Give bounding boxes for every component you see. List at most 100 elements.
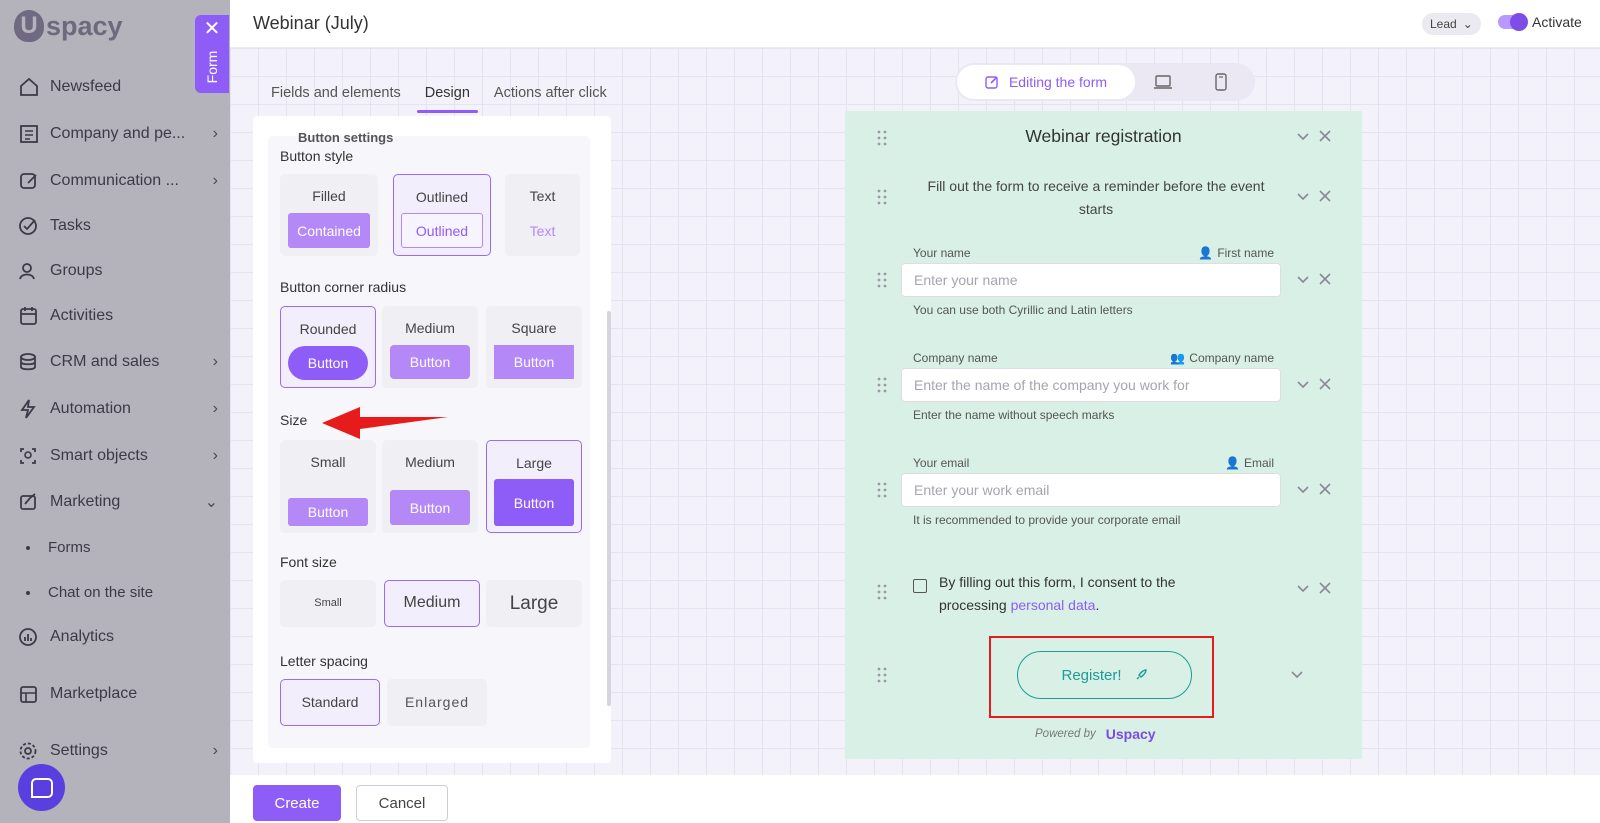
top-header: Webinar (July) Lead ⌄ Activate [230,0,1600,48]
rocket-icon [1136,669,1147,680]
app-logo[interactable]: U spacy [14,10,123,42]
chevron-down-icon[interactable] [1296,377,1310,391]
sidebar-subitem-chat[interactable]: Chat on the site [26,584,153,601]
entity-type-select[interactable]: Lead ⌄ [1422,13,1481,35]
radius-option-square[interactable]: Square Button [486,306,582,388]
style-option-filled[interactable]: Filled Contained [280,174,378,256]
personal-data-link[interactable]: personal data [1011,597,1096,613]
chevron-down-icon[interactable] [1296,581,1310,595]
letter-spacing-label: Letter spacing [280,653,368,669]
consent-text: By filling out this form, I consent to t… [939,574,1176,613]
house-icon [18,77,40,97]
tab-design[interactable]: Design [416,80,479,113]
name-field[interactable] [901,263,1281,297]
chat-icon [30,777,53,798]
edit-form-mode-button[interactable]: Editing the form [957,65,1135,99]
drag-handle-icon[interactable] [877,584,887,600]
chevron-down-icon[interactable] [1296,129,1310,143]
close-icon[interactable] [1318,482,1332,496]
user-icon: 👤 [1198,246,1214,260]
consent-checkbox[interactable] [913,579,927,593]
field-label-name: Your name [913,246,971,260]
logo-mark-icon: U [14,10,44,42]
drag-handle-icon[interactable] [877,482,887,498]
editor-tabs: Fields and elements Design Actions after… [263,80,623,113]
drag-handle-icon[interactable] [877,667,887,683]
sidebar-item-communication[interactable]: Communication ... › [18,166,218,196]
database-icon [18,352,40,372]
form-title[interactable]: Webinar registration [845,126,1362,147]
sidebar-subitem-forms[interactable]: Forms [26,539,91,556]
sidebar-item-tasks[interactable]: Tasks [18,211,218,241]
font-size-option-medium[interactable]: Medium [384,580,480,627]
groups-icon [18,261,40,281]
sidebar-item-crm[interactable]: CRM and sales › [18,347,218,377]
chevron-down-icon[interactable] [1296,189,1310,203]
field-hint-company: Enter the name without speech marks [913,408,1115,422]
name-input[interactable] [902,264,1280,296]
close-icon[interactable] [1318,189,1332,203]
sidebar-item-analytics[interactable]: Analytics [18,622,218,652]
drag-handle-icon[interactable] [877,189,887,205]
letter-spacing-option-standard[interactable]: Standard [280,679,380,726]
sidebar-item-marketplace[interactable]: Marketplace [18,679,218,709]
close-icon[interactable]: ✕ [195,19,229,39]
email-input[interactable] [902,474,1280,506]
radius-option-rounded[interactable]: Rounded Button [280,306,376,388]
radius-option-medium[interactable]: Medium Button [382,306,478,388]
analytics-icon [18,627,40,647]
close-icon[interactable] [1318,581,1332,595]
close-icon[interactable] [1318,272,1332,286]
preview-mode-switch: Editing the form [955,63,1255,101]
tab-fields-and-elements[interactable]: Fields and elements [263,80,409,113]
chevron-right-icon: › [212,400,218,417]
email-field[interactable] [901,473,1281,507]
style-option-text[interactable]: Text Text [505,174,580,256]
style-option-outlined[interactable]: Outlined Outlined [393,174,491,256]
size-option-large[interactable]: Large Button [486,440,582,533]
sidebar-item-company[interactable]: Company and pe... › [18,119,218,149]
drag-handle-icon[interactable] [877,377,887,393]
create-button[interactable]: Create [253,785,341,821]
edit-icon [985,76,998,89]
annotation-arrow [322,407,448,439]
user-icon: 👥 [1170,351,1186,365]
field-mapping-email: 👤 Email [1225,456,1274,470]
sidebar-item-newsfeed[interactable]: Newsfeed [18,72,218,102]
section-title: Button settings [298,130,394,145]
company-input[interactable] [902,369,1280,401]
drag-handle-icon[interactable] [877,272,887,288]
close-icon[interactable] [1318,377,1332,391]
form-description[interactable]: Fill out the form to receive a reminder … [915,175,1277,221]
support-chat-button[interactable] [18,764,65,811]
close-icon[interactable] [1318,129,1332,143]
size-option-small[interactable]: Small Button [280,440,376,533]
sidebar-item-smart-objects[interactable]: Smart objects › [18,441,218,471]
sidebar-item-activities[interactable]: Activities [18,301,218,331]
cancel-button[interactable]: Cancel [356,785,448,821]
sidebar-item-marketing[interactable]: Marketing ⌄ [18,487,218,517]
register-button[interactable]: Register! [1017,651,1192,699]
chevron-down-icon[interactable] [1290,667,1304,681]
size-option-medium[interactable]: Medium Button [382,440,478,533]
font-size-option-large[interactable]: Large [486,580,582,627]
font-size-option-small[interactable]: Small [280,580,376,627]
panel-scrollbar[interactable] [607,311,611,706]
company-field[interactable] [901,368,1281,402]
sidebar-item-settings[interactable]: Settings › [18,736,218,766]
form-side-tab[interactable]: ✕ Form [195,15,229,93]
communication-icon [18,171,40,191]
style-preview-contained: Contained [288,213,370,248]
sidebar-item-automation[interactable]: Automation › [18,394,218,424]
chevron-down-icon[interactable] [1296,482,1310,496]
toggle-switch[interactable] [1498,13,1528,31]
activate-toggle[interactable]: Activate [1498,13,1582,31]
sidebar-item-groups[interactable]: Groups [18,256,218,286]
desktop-view-icon[interactable] [1153,73,1173,91]
chevron-down-icon[interactable] [1296,272,1310,286]
form-preview: Webinar registration Fill out the form t… [845,111,1362,759]
tab-actions-after-click[interactable]: Actions after click [486,80,615,113]
button-settings-card: Button settings Button style Filled Cont… [268,130,590,748]
letter-spacing-option-enlarged[interactable]: Enlarged [387,679,487,726]
mobile-view-icon[interactable] [1211,73,1231,91]
